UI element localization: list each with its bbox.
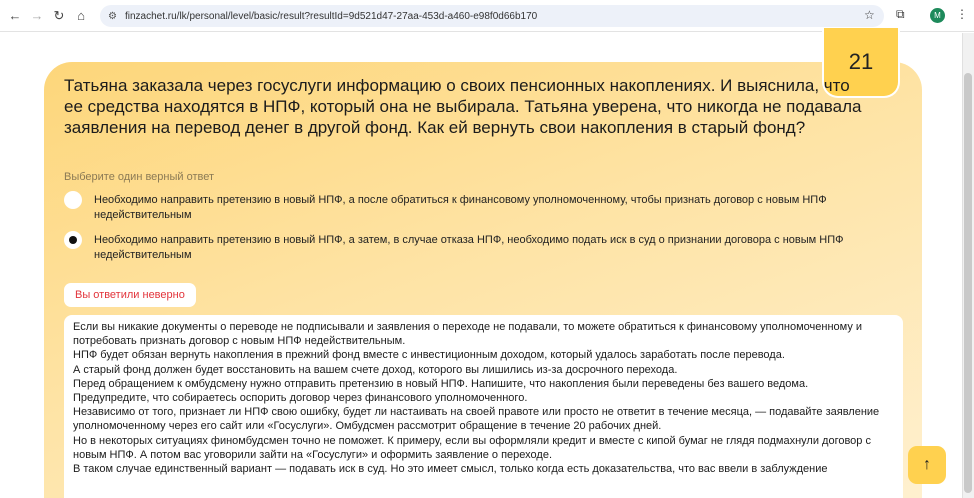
url-text[interactable]: finzachet.ru/lk/personal/level/basic/res… [125, 11, 537, 22]
scrollbar-thumb[interactable] [964, 73, 972, 493]
arrow-up-icon: ↑ [923, 456, 931, 473]
explanation-paragraph: А старый фонд должен будет восстановить … [73, 363, 678, 376]
explanation-paragraph: В таком случае единственный вариант — по… [73, 463, 828, 476]
option-label: Необходимо направить претензию в новый Н… [94, 234, 844, 261]
back-icon[interactable]: ← [4, 8, 26, 23]
explanation-box: Если вы никакие документы о переводе не … [64, 315, 903, 498]
site-settings-icon[interactable]: ⚙ [108, 11, 117, 22]
answer-option[interactable]: Необходимо направить претензию в новый Н… [64, 191, 894, 223]
profile-avatar[interactable]: M [930, 8, 945, 23]
reload-icon[interactable]: ↻ [48, 8, 70, 24]
radio-button-selected[interactable] [64, 231, 82, 249]
result-badge: Вы ответили неверно [64, 283, 196, 307]
explanation-paragraph: Независимо от того, признает ли НПФ свою… [73, 406, 880, 433]
address-bar[interactable]: ⚙ finzachet.ru/lk/personal/level/basic/r… [100, 5, 884, 27]
explanation-paragraph: Если вы никакие документы о переводе не … [73, 321, 863, 348]
explanation-paragraph: Но в некоторых ситуациях финомбудсмен то… [73, 434, 871, 461]
home-icon[interactable]: ⌂ [70, 8, 92, 23]
explanation-paragraph: Перед обращением к омбудсмену нужно отпр… [73, 377, 809, 390]
question-text: Татьяна заказала через госуслуги информа… [64, 76, 862, 137]
option-label: Необходимо направить претензию в новый Н… [94, 194, 827, 221]
answer-option-selected[interactable]: Необходимо направить претензию в новый Н… [64, 231, 894, 263]
bookmark-star-icon[interactable]: ☆ [864, 8, 875, 22]
answer-hint: Выберите один верный ответ [64, 171, 215, 183]
page-scrollbar[interactable] [962, 33, 974, 498]
radio-button[interactable] [64, 191, 82, 209]
scroll-to-top-button[interactable]: ↑ [908, 446, 946, 484]
forward-icon[interactable]: → [26, 8, 48, 23]
explanation-paragraph: Предупредите, что собираетесь оспорить д… [73, 392, 528, 405]
explanation-paragraph: НПФ будет обязан вернуть накопления в пр… [73, 349, 785, 362]
more-menu-icon[interactable]: ⋮ [956, 7, 968, 21]
page-content: 21 Татьяна заказала через госуслуги инфо… [0, 28, 962, 498]
extensions-icon[interactable]: ⧉ [896, 7, 905, 22]
